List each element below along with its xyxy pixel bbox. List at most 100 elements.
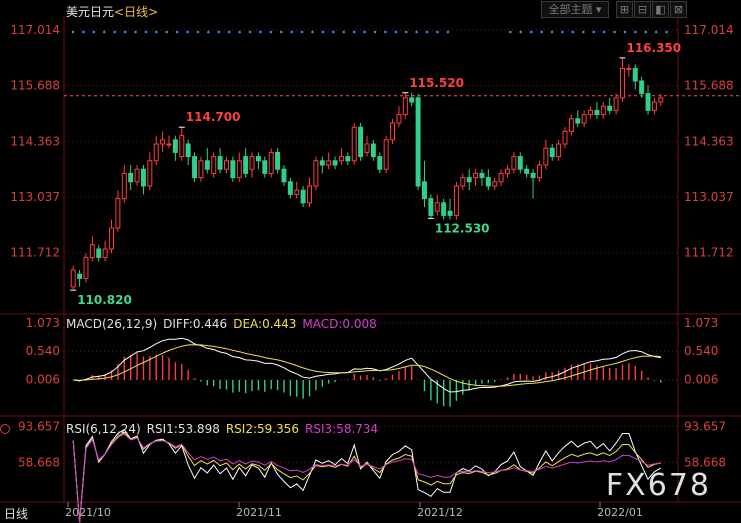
zoom-in-icon: ⊞ [619,3,630,16]
layout-button[interactable]: ◧ [652,1,669,18]
signal-dot [227,30,231,34]
settings-icon[interactable] [0,424,10,434]
zoom-out-button[interactable]: ⊟ [634,1,651,18]
x-axis-label: 2021/10 [65,506,111,519]
signal-dot [352,30,356,34]
signal-dot [207,30,210,34]
candle-body [524,168,530,174]
candle-body [594,109,600,116]
candle-body [217,156,223,170]
x-axis-label: 2021/11 [236,506,282,519]
signal-dot [175,30,179,34]
candle-body [236,160,242,179]
candle-body [639,80,645,95]
signal-dot [665,30,668,34]
instrument-title: 美元日元<日线> [66,3,158,20]
candle-body [556,143,562,158]
candle-body [326,160,332,166]
rsi2-value: RSI2:59.356 [225,422,300,436]
signal-dot [279,30,283,34]
signal-dot [238,30,241,34]
signal-dot [113,30,116,34]
signal-dot [134,30,137,34]
candle-body [370,143,376,158]
signal-dot [290,30,293,34]
signal-dot [217,30,221,34]
candle-body [645,93,651,111]
candle-body [485,177,491,187]
candle-body [530,172,536,179]
candle-body [505,168,510,174]
signal-dot [123,30,127,34]
x-axis-label: 2021/12 [417,506,463,519]
macd-tick-left: 0.540 [26,344,60,358]
candle-body [632,67,638,82]
rsi-tick-left: 58.668 [18,455,60,469]
candle-body [447,210,453,216]
candle-body [651,101,657,111]
candle-body [575,118,581,124]
candle-body [543,147,549,166]
chart-canvas[interactable]: 117.014 117.014 115.688 115.688 114.363 114.3… [0,0,741,523]
signal-dot [613,30,616,34]
macd-diff-line [73,337,661,393]
price-tick-right: 111.712 [684,246,734,260]
candle-body [96,248,102,258]
signal-dot [592,30,595,34]
signal-dot [394,30,398,34]
macd-diff-value: DIFF:0.446 [163,317,228,331]
zoom-out-icon: ⊟ [637,3,648,16]
macd-tick-left: 0.006 [26,373,60,387]
signal-dot [165,30,169,34]
candle-body [428,198,434,216]
close-panel-button[interactable]: ⊠ [670,1,687,18]
candle-body [115,198,121,229]
candle-body [275,151,281,170]
candle-body [153,143,159,162]
candle-body [626,67,632,70]
chart-screen: 117.014 117.014 115.688 115.688 114.363 114.3… [0,0,741,523]
signal-dot [623,30,627,34]
signal-dot [248,30,252,34]
cycle-label[interactable]: <日线> [114,5,158,19]
candle-body [121,172,127,200]
signal-dot [404,30,408,34]
candle-body [453,185,459,216]
rsi-tick-right: 93.657 [684,420,726,434]
price-tick-left: 114.363 [10,134,60,148]
candle-body [358,126,364,158]
zoom-in-button[interactable]: ⊞ [616,1,633,18]
candle-body [434,202,440,212]
candle-body [473,172,479,179]
candle-body [102,248,108,258]
candle-body [422,181,427,200]
candle-body [364,143,370,153]
bottom-tab[interactable]: 日线 [4,505,28,522]
macd-legend: MACD(26,12,9) DIFF:0.446 DEA:0.443 MACD:0.0… [66,317,383,331]
candle-body [620,67,625,99]
candle-body [441,202,447,216]
signal-dot [102,30,106,34]
signal-dot [384,30,387,34]
price-tick-right: 113.037 [684,190,734,204]
candle-body [89,244,95,258]
candle-body [568,118,574,132]
macd-tick-right: 0.540 [684,344,718,358]
macd-macd-value: MACD:0.008 [302,317,377,331]
signal-dot [269,30,273,34]
candle-body [409,97,415,103]
theme-dropdown[interactable]: 全部主题 ▾ [541,1,609,18]
macd-tick-right: 0.006 [684,373,718,387]
candle-body [128,172,134,183]
candle-body [249,156,255,170]
candle-body [192,156,198,179]
candle-body [511,156,517,170]
candle-body [134,168,140,183]
signal-dot [425,30,429,34]
signal-dot [332,30,335,34]
candle-body [402,97,408,116]
price-tick-left: 111.712 [10,246,60,260]
candle-body [377,156,383,170]
candle-body [255,156,261,162]
candle-body [204,160,210,170]
